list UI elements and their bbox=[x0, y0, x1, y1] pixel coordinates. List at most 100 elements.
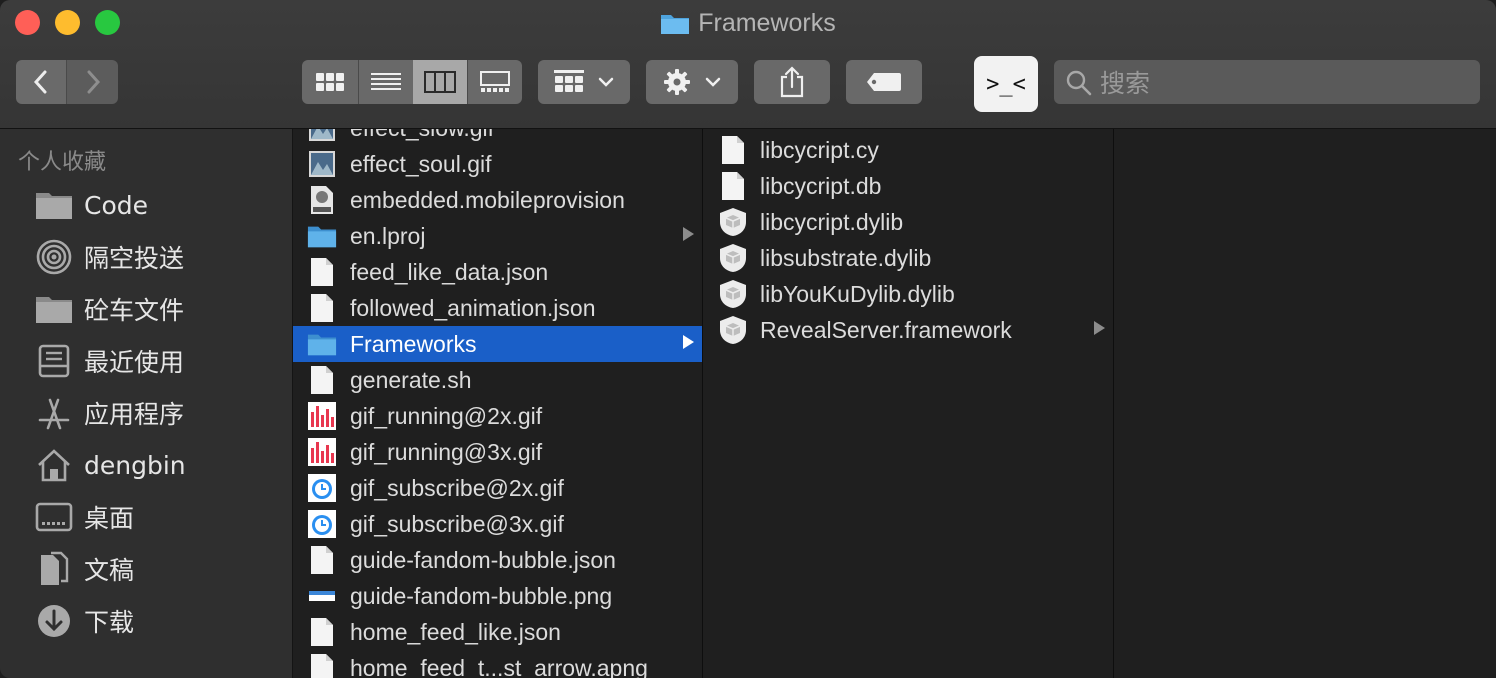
file-row[interactable]: gif_subscribe@2x.gif bbox=[293, 470, 702, 506]
terminal-label: >_< bbox=[986, 71, 1026, 97]
chevron-down-icon bbox=[705, 77, 721, 87]
file-name: gif_subscribe@2x.gif bbox=[350, 474, 564, 501]
sidebar-item-label: 下载 bbox=[84, 608, 135, 637]
downloads-icon bbox=[34, 603, 74, 639]
recents-icon bbox=[34, 343, 74, 379]
back-button[interactable] bbox=[16, 60, 66, 104]
file-row[interactable]: generate.sh bbox=[293, 362, 702, 398]
sidebar-item-label: Code bbox=[84, 190, 149, 220]
file-row[interactable]: libcycript.cy bbox=[703, 132, 1113, 168]
file-row[interactable]: followed_animation.json bbox=[293, 290, 702, 326]
file-row[interactable]: effect_slow.gif bbox=[293, 129, 702, 146]
sidebar-item-desktop[interactable]: 桌面 bbox=[0, 491, 292, 543]
tags-button[interactable] bbox=[846, 60, 922, 104]
terminal-button[interactable]: >_< bbox=[974, 56, 1038, 112]
search-icon bbox=[1066, 70, 1092, 96]
document-icon bbox=[307, 257, 337, 287]
file-name: guide-fandom-bubble.json bbox=[350, 546, 616, 573]
sidebar: 个人收藏 Code 隔空投送 砼车文件 最近使用 应用程序 dengbin 桌面 bbox=[0, 129, 293, 678]
file-name: RevealServer.framework bbox=[760, 316, 1012, 343]
file-name: generate.sh bbox=[350, 366, 472, 393]
file-name: libsubstrate.dylib bbox=[760, 244, 932, 271]
sidebar-item-applications[interactable]: 应用程序 bbox=[0, 387, 292, 439]
column-view-button[interactable] bbox=[413, 60, 467, 104]
document-icon bbox=[307, 617, 337, 647]
document-icon bbox=[718, 171, 748, 201]
sidebar-item-recents[interactable]: 最近使用 bbox=[0, 335, 292, 387]
gallery-view-button[interactable] bbox=[468, 60, 522, 104]
action-button[interactable] bbox=[646, 60, 738, 104]
sidebar-item-label: 隔空投送 bbox=[84, 244, 185, 273]
file-column-1[interactable]: effect_slow.gif effect_soul.gif embedded.m… bbox=[293, 129, 703, 678]
list-view-button[interactable] bbox=[359, 60, 413, 104]
sidebar-item-downloads[interactable]: 下载 bbox=[0, 595, 292, 647]
file-row[interactable]: libsubstrate.dylib bbox=[703, 240, 1113, 276]
sidebar-item-code[interactable]: Code bbox=[0, 179, 292, 231]
nav-buttons bbox=[16, 60, 118, 104]
file-name: gif_running@3x.gif bbox=[350, 438, 543, 465]
image-thumb-icon bbox=[307, 129, 337, 143]
file-row[interactable]: guide-fandom-bubble.json bbox=[293, 542, 702, 578]
file-row[interactable]: libcycript.db bbox=[703, 168, 1113, 204]
group-by-button[interactable] bbox=[538, 60, 630, 104]
window-title-text: Frameworks bbox=[698, 9, 836, 37]
sidebar-item-label: 文稿 bbox=[84, 556, 135, 585]
icon-view-button[interactable] bbox=[302, 60, 358, 104]
view-mode-control bbox=[302, 60, 522, 104]
documents-icon bbox=[34, 551, 74, 587]
file-row[interactable]: gif_subscribe@3x.gif bbox=[293, 506, 702, 542]
file-row[interactable]: embedded.mobileprovision bbox=[293, 182, 702, 218]
alarm-gif-icon bbox=[307, 509, 337, 539]
file-name: en.lproj bbox=[350, 222, 426, 249]
file-row[interactable]: guide-fandom-bubble.png bbox=[293, 578, 702, 614]
sidebar-item-documents[interactable]: 文稿 bbox=[0, 543, 292, 595]
window-title: Frameworks bbox=[0, 6, 1496, 44]
file-name: effect_slow.gif bbox=[350, 129, 494, 142]
share-icon bbox=[780, 66, 804, 98]
home-icon bbox=[34, 447, 74, 483]
file-row[interactable]: effect_soul.gif bbox=[293, 146, 702, 182]
disclosure-arrow-icon[interactable] bbox=[683, 335, 694, 349]
forward-button[interactable] bbox=[67, 60, 118, 104]
folder-icon bbox=[34, 291, 74, 327]
sidebar-item-airdrop[interactable]: 隔空投送 bbox=[0, 231, 292, 283]
file-column-3[interactable] bbox=[1114, 129, 1496, 678]
dylib-icon bbox=[718, 243, 748, 273]
folder-row[interactable]: Frameworks bbox=[293, 326, 702, 362]
sidebar-item-label: 桌面 bbox=[84, 504, 135, 533]
file-row[interactable]: home_feed_t...st_arrow.apng bbox=[293, 650, 702, 678]
file-row[interactable]: home_feed_like.json bbox=[293, 614, 702, 650]
folder-row[interactable]: RevealServer.framework bbox=[703, 312, 1113, 348]
disclosure-arrow-icon[interactable] bbox=[1094, 321, 1105, 335]
finder-window: Frameworks >_< 搜索 个人收藏 Code 隔空投送 砼车文件 最近… bbox=[0, 0, 1496, 678]
document-icon bbox=[718, 135, 748, 165]
search-input[interactable] bbox=[1098, 60, 1472, 106]
chevron-down-icon bbox=[598, 77, 614, 87]
file-column-2[interactable]: libcycript.cy libcycript.db libcycript.dyl… bbox=[703, 129, 1114, 678]
file-row[interactable]: gif_running@3x.gif bbox=[293, 434, 702, 470]
gear-icon bbox=[664, 69, 690, 95]
file-name: Frameworks bbox=[350, 330, 477, 357]
file-row[interactable]: libYouKuDylib.dylib bbox=[703, 276, 1113, 312]
file-name: gif_running@2x.gif bbox=[350, 402, 543, 429]
sidebar-item-home[interactable]: dengbin bbox=[0, 439, 292, 491]
disclosure-arrow-icon[interactable] bbox=[683, 227, 694, 241]
dylib-icon bbox=[718, 207, 748, 237]
share-button[interactable] bbox=[754, 60, 830, 104]
folder-row[interactable]: en.lproj bbox=[293, 218, 702, 254]
tag-icon bbox=[867, 73, 901, 91]
file-name: libcycript.db bbox=[760, 172, 882, 199]
file-name: libYouKuDylib.dylib bbox=[760, 280, 955, 307]
file-name: libcycript.dylib bbox=[760, 208, 904, 235]
file-row[interactable]: gif_running@2x.gif bbox=[293, 398, 702, 434]
grid-view-icon bbox=[316, 73, 344, 91]
sidebar-item-label: 砼车文件 bbox=[84, 296, 185, 325]
file-row[interactable]: libcycript.dylib bbox=[703, 204, 1113, 240]
sidebar-item-folder[interactable]: 砼车文件 bbox=[0, 283, 292, 335]
document-icon bbox=[307, 545, 337, 575]
file-name: embedded.mobileprovision bbox=[350, 186, 625, 213]
file-name: gif_subscribe@3x.gif bbox=[350, 510, 564, 537]
file-row[interactable]: feed_like_data.json bbox=[293, 254, 702, 290]
search-field[interactable] bbox=[1054, 60, 1480, 106]
sidebar-item-label: 应用程序 bbox=[84, 400, 185, 429]
